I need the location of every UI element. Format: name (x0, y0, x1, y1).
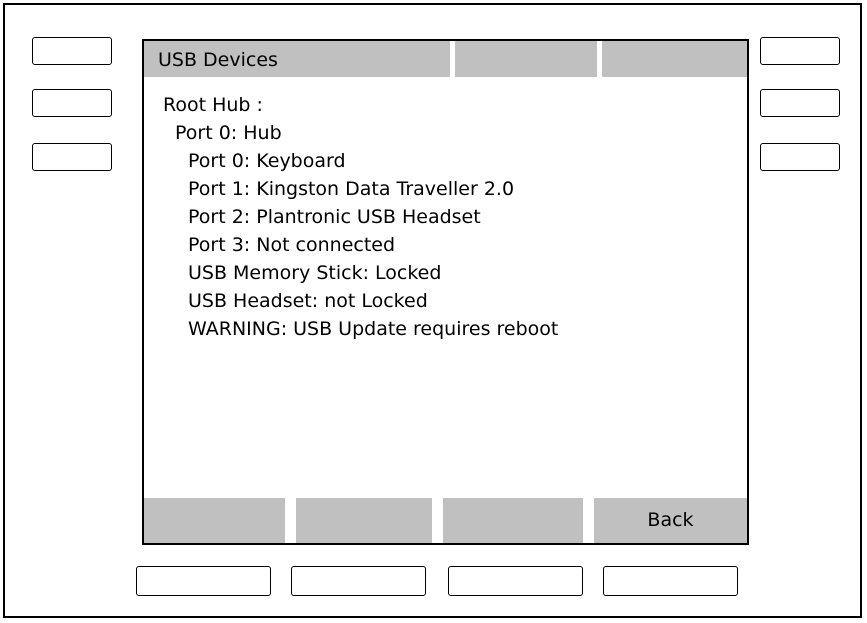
title-blank-cell-1 (455, 41, 597, 77)
list-item-port-1: Port 1: Kingston Data Traveller 2.0 (188, 178, 515, 200)
softkey-label-back: Back (594, 498, 747, 543)
back-softkey-button[interactable] (603, 566, 738, 596)
softkey-label-bar: Back (144, 498, 747, 543)
softkey-button-3[interactable] (448, 566, 583, 596)
softkey-label-2 (296, 498, 432, 543)
softkey-label-3 (443, 498, 583, 543)
list-item-port-2: Port 2: Plantronic USB Headset (188, 206, 481, 228)
phone-display-frame: USB Devices Root Hub : Port 0: Hub Port … (3, 3, 862, 618)
list-item-port-0-keyboard: Port 0: Keyboard (188, 150, 346, 172)
left-line-key-3[interactable] (32, 143, 112, 171)
title-bar: USB Devices (144, 41, 747, 78)
softkey-label-1 (144, 498, 285, 543)
list-item-warning: WARNING: USB Update requires reboot (188, 318, 559, 340)
list-item-port-3: Port 3: Not connected (188, 234, 396, 256)
list-item-port-0-hub: Port 0: Hub (175, 122, 282, 144)
right-line-key-1[interactable] (760, 37, 840, 65)
right-line-key-2[interactable] (760, 89, 840, 117)
title-blank-cell-2 (602, 41, 747, 77)
list-item-memory-stick-status: USB Memory Stick: Locked (188, 262, 442, 284)
softkey-divider (583, 498, 594, 543)
softkey-divider (432, 498, 443, 543)
left-line-key-2[interactable] (32, 89, 112, 117)
list-item-headset-status: USB Headset: not Locked (188, 290, 428, 312)
softkey-divider (285, 498, 296, 543)
list-item-root-hub: Root Hub : (163, 94, 263, 116)
right-line-key-3[interactable] (760, 143, 840, 171)
usb-device-list: Root Hub : Port 0: Hub Port 0: Keyboard … (144, 93, 747, 345)
screen-title: USB Devices (144, 41, 450, 77)
display-screen: USB Devices Root Hub : Port 0: Hub Port … (142, 39, 749, 545)
softkey-button-2[interactable] (291, 566, 426, 596)
left-line-key-1[interactable] (32, 37, 112, 65)
softkey-button-1[interactable] (136, 566, 271, 596)
